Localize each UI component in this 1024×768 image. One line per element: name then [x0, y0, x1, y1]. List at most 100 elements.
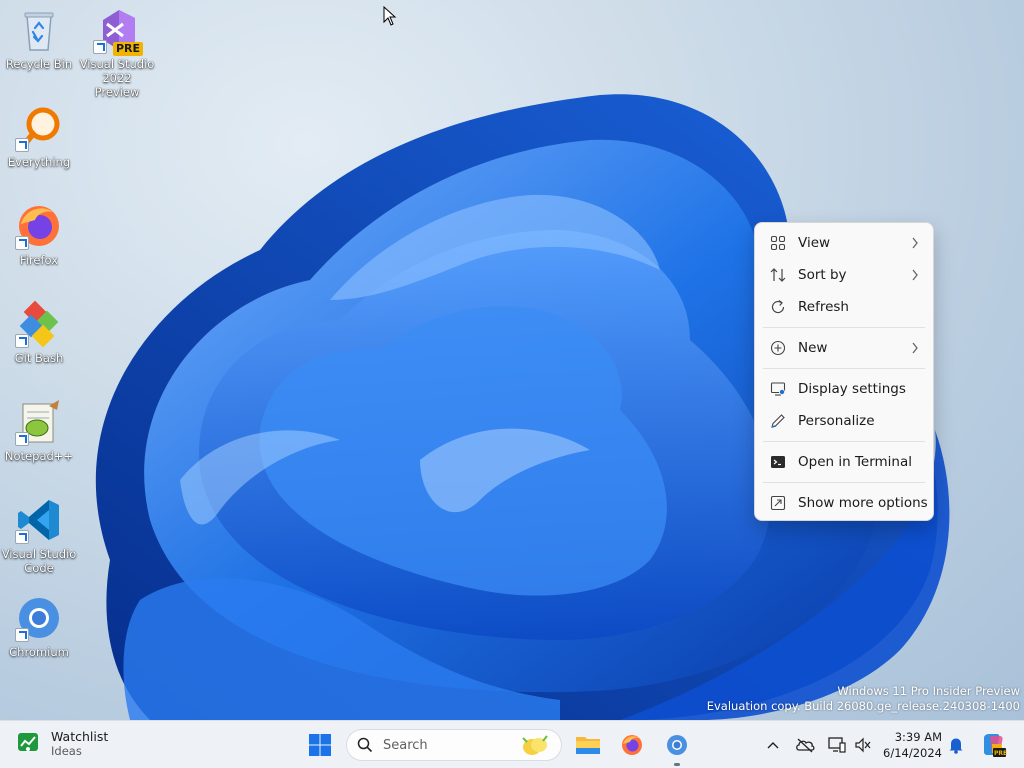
- menu-separator: [763, 327, 925, 328]
- clock-button[interactable]: 3:39 AM 6/14/2024: [880, 729, 942, 761]
- chromium-icon: [667, 735, 687, 755]
- file-explorer-button[interactable]: [570, 727, 606, 763]
- chromium-icon: [15, 594, 63, 642]
- git-bash-icon: [15, 300, 63, 348]
- menu-item-label: New: [798, 340, 828, 356]
- firefox-icon: [15, 202, 63, 250]
- vscode-icon: [15, 496, 63, 544]
- onedrive-icon: [796, 738, 815, 753]
- search-highlight-icon: [522, 735, 548, 755]
- menu-separator: [763, 368, 925, 369]
- desktop-icon-recycle-bin[interactable]: Recycle Bin: [1, 6, 77, 71]
- desktop-context-menu: View Sort by Refresh New Display setting…: [754, 222, 934, 521]
- widget-subtitle: Ideas: [51, 744, 82, 758]
- notifications-button[interactable]: [944, 733, 968, 757]
- desktop-icon-notepad-plus-plus[interactable]: Notepad++: [1, 398, 77, 463]
- menu-item-label: Display settings: [798, 381, 906, 397]
- desktop-icon-visual-studio-preview[interactable]: PRE Visual Studio 2022 Preview: [79, 6, 155, 99]
- start-button[interactable]: [302, 727, 338, 763]
- clock-time: 3:39 AM: [894, 730, 942, 744]
- refresh-icon: [769, 298, 787, 316]
- chevron-right-icon: [912, 237, 918, 249]
- firefox-taskbar-button[interactable]: [614, 727, 650, 763]
- start-icon: [309, 734, 331, 756]
- menu-item-view[interactable]: View: [755, 227, 933, 259]
- recycle-bin-icon: [15, 6, 63, 54]
- menu-item-label: Sort by: [798, 267, 847, 283]
- desktop-icon-everything[interactable]: Everything: [1, 104, 77, 169]
- mouse-cursor-icon: [383, 6, 397, 26]
- widget-title: Watchlist: [51, 729, 109, 744]
- shortcut-arrow-icon: [15, 334, 29, 348]
- shortcut-arrow-icon: [15, 530, 29, 544]
- menu-item-open-in-terminal[interactable]: Open in Terminal: [755, 446, 933, 478]
- chevron-up-icon: [767, 742, 779, 749]
- menu-item-label: Personalize: [798, 413, 875, 429]
- shortcut-arrow-icon: [15, 628, 29, 642]
- onedrive-button[interactable]: [793, 733, 817, 757]
- desktop-icon-chromium[interactable]: Chromium: [1, 594, 77, 659]
- clock-date: 6/14/2024: [883, 746, 942, 760]
- menu-item-label: Refresh: [798, 299, 849, 315]
- menu-item-label: View: [798, 235, 831, 251]
- volume-icon: [855, 737, 871, 753]
- chevron-right-icon: [912, 342, 918, 354]
- shortcut-arrow-icon: [15, 138, 29, 152]
- menu-item-new[interactable]: New: [755, 332, 933, 364]
- firefox-icon: [622, 735, 642, 755]
- desktop-icon-label: Visual Studio Code: [1, 547, 77, 575]
- everything-search-icon: [15, 104, 63, 152]
- copilot-button[interactable]: PRE: [979, 733, 1007, 757]
- desktop-icon-label: Recycle Bin: [5, 57, 73, 71]
- grid-icon: [769, 234, 787, 252]
- menu-item-sort-by[interactable]: Sort by: [755, 259, 933, 291]
- watermark-edition: Windows 11 Pro Insider Preview: [837, 684, 1020, 698]
- plus-circle-icon: [769, 339, 787, 357]
- desktop-icon-firefox[interactable]: Firefox: [1, 202, 77, 267]
- chromium-taskbar-button[interactable]: [659, 727, 695, 763]
- running-indicator: [674, 763, 680, 766]
- desktop-icon-vscode[interactable]: Visual Studio Code: [1, 496, 77, 575]
- expand-icon: [769, 494, 787, 512]
- desktop-icon-label: Notepad++: [4, 449, 74, 463]
- menu-item-display-settings[interactable]: Display settings: [755, 373, 933, 405]
- stock-chart-icon: [16, 730, 40, 758]
- search-placeholder: Search: [383, 737, 428, 753]
- desktop-icon-label: Firefox: [19, 253, 59, 267]
- pre-badge: PRE: [994, 750, 1008, 757]
- file-explorer-icon: [576, 737, 600, 754]
- bell-icon: [949, 738, 963, 754]
- pre-badge: PRE: [112, 42, 143, 56]
- network-icon: [828, 737, 846, 753]
- desktop-icon-git-bash[interactable]: Git Bash: [1, 300, 77, 365]
- network-button[interactable]: [825, 733, 849, 757]
- menu-item-label: Open in Terminal: [798, 454, 912, 470]
- menu-item-label: Show more options: [798, 495, 928, 511]
- shortcut-arrow-icon: [93, 40, 107, 54]
- terminal-icon: [769, 453, 787, 471]
- shortcut-arrow-icon: [15, 236, 29, 250]
- menu-item-refresh[interactable]: Refresh: [755, 291, 933, 323]
- sort-icon: [769, 266, 787, 284]
- windows-watermark: Windows 11 Pro Insider Preview Evaluatio…: [707, 684, 1020, 714]
- desktop-icon-label: Chromium: [9, 645, 69, 659]
- menu-separator: [763, 482, 925, 483]
- menu-separator: [763, 441, 925, 442]
- search-icon: [357, 737, 373, 753]
- menu-item-show-more-options[interactable]: Show more options: [755, 487, 933, 519]
- desktop-icon-label: Visual Studio 2022 Preview: [79, 57, 155, 99]
- chevron-right-icon: [912, 269, 918, 281]
- visual-studio-icon: PRE: [93, 6, 143, 56]
- show-hidden-icons-button[interactable]: [761, 733, 785, 757]
- menu-item-personalize[interactable]: Personalize: [755, 405, 933, 437]
- volume-button[interactable]: [851, 733, 875, 757]
- desktop-icon-label: Everything: [7, 155, 71, 169]
- watermark-build: Evaluation copy. Build 26080.ge_release.…: [706, 699, 1020, 713]
- taskbar-search[interactable]: Search: [346, 729, 562, 761]
- taskbar: Watchlist Ideas Search 3:39 AM 6/14/2024…: [0, 720, 1024, 768]
- widgets-button[interactable]: Watchlist Ideas: [16, 729, 108, 759]
- display-icon: [769, 380, 787, 398]
- pen-icon: [769, 412, 787, 430]
- notepad-plus-plus-icon: [15, 398, 63, 446]
- shortcut-arrow-icon: [15, 432, 29, 446]
